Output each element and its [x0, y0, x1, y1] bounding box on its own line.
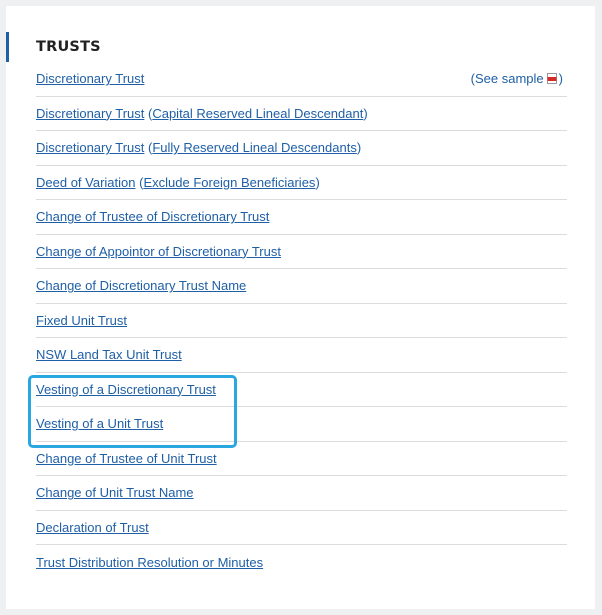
list-item: NSW Land Tax Unit Trust	[36, 338, 567, 373]
link-fixed-unit-trust[interactable]: Fixed Unit Trust	[36, 313, 127, 328]
link-discretionary-trust-capital-reserved[interactable]: Discretionary Trust	[36, 106, 144, 121]
list-item: Fixed Unit Trust	[36, 304, 567, 338]
link-vesting-discretionary-trust[interactable]: Vesting of a Discretionary Trust	[36, 382, 216, 397]
link-change-trustee-discretionary[interactable]: Change of Trustee of Discretionary Trust	[36, 209, 269, 224]
list-item: Change of Trustee of Unit Trust	[36, 442, 567, 476]
link-change-unit-trust-name[interactable]: Change of Unit Trust Name	[36, 485, 194, 500]
list-item: Change of Unit Trust Name	[36, 476, 567, 511]
list-item: Change of Appointor of Discretionary Tru…	[36, 235, 567, 269]
list-item: Vesting of a Unit Trust	[36, 407, 567, 442]
list-item: Trust Distribution Resolution or Minutes	[36, 545, 567, 580]
list-item: Change of Trustee of Discretionary Trust	[36, 200, 567, 235]
link-discretionary-trust[interactable]: Discretionary Trust	[36, 71, 144, 86]
link-declaration-of-trust[interactable]: Declaration of Trust	[36, 520, 149, 535]
link-discretionary-trust-fully-reserved[interactable]: Discretionary Trust	[36, 140, 144, 155]
accent-bar	[6, 32, 9, 62]
trusts-panel: TRUSTS Discretionary Trust ( See sample …	[6, 6, 595, 609]
link-deed-of-variation[interactable]: Deed of Variation	[36, 175, 136, 190]
link-trust-distribution-resolution[interactable]: Trust Distribution Resolution or Minutes	[36, 555, 263, 570]
list-item: Discretionary Trust ( See sample )	[36, 62, 567, 97]
section-heading: TRUSTS	[36, 39, 101, 55]
list-item: Change of Discretionary Trust Name	[36, 269, 567, 304]
see-sample-link[interactable]: See sample	[475, 71, 544, 86]
link-vesting-unit-trust[interactable]: Vesting of a Unit Trust	[36, 416, 163, 431]
list-item: Declaration of Trust	[36, 511, 567, 545]
link-nsw-land-tax-unit-trust[interactable]: NSW Land Tax Unit Trust	[36, 347, 182, 362]
pdf-icon[interactable]	[546, 73, 557, 85]
list-item: Vesting of a Discretionary Trust	[36, 373, 567, 407]
list-item: Discretionary Trust (Fully Reserved Line…	[36, 131, 567, 166]
trust-document-list: Discretionary Trust ( See sample ) Discr…	[36, 62, 567, 580]
link-change-appointor-discretionary[interactable]: Change of Appointor of Discretionary Tru…	[36, 244, 281, 259]
link-change-trustee-unit-trust[interactable]: Change of Trustee of Unit Trust	[36, 451, 217, 466]
link-fully-reserved-lineal-descendants[interactable]: Fully Reserved Lineal Descendants	[152, 140, 357, 155]
list-item: Deed of Variation (Exclude Foreign Benef…	[36, 166, 567, 200]
link-exclude-foreign-beneficiaries[interactable]: Exclude Foreign Beneficiaries	[143, 175, 315, 190]
link-change-discretionary-trust-name[interactable]: Change of Discretionary Trust Name	[36, 278, 246, 293]
see-sample: ( See sample )	[470, 71, 563, 87]
list-item: Discretionary Trust (Capital Reserved Li…	[36, 97, 567, 131]
link-capital-reserved-lineal-descendant[interactable]: Capital Reserved Lineal Descendant	[152, 106, 363, 121]
section-header: TRUSTS	[6, 32, 101, 62]
